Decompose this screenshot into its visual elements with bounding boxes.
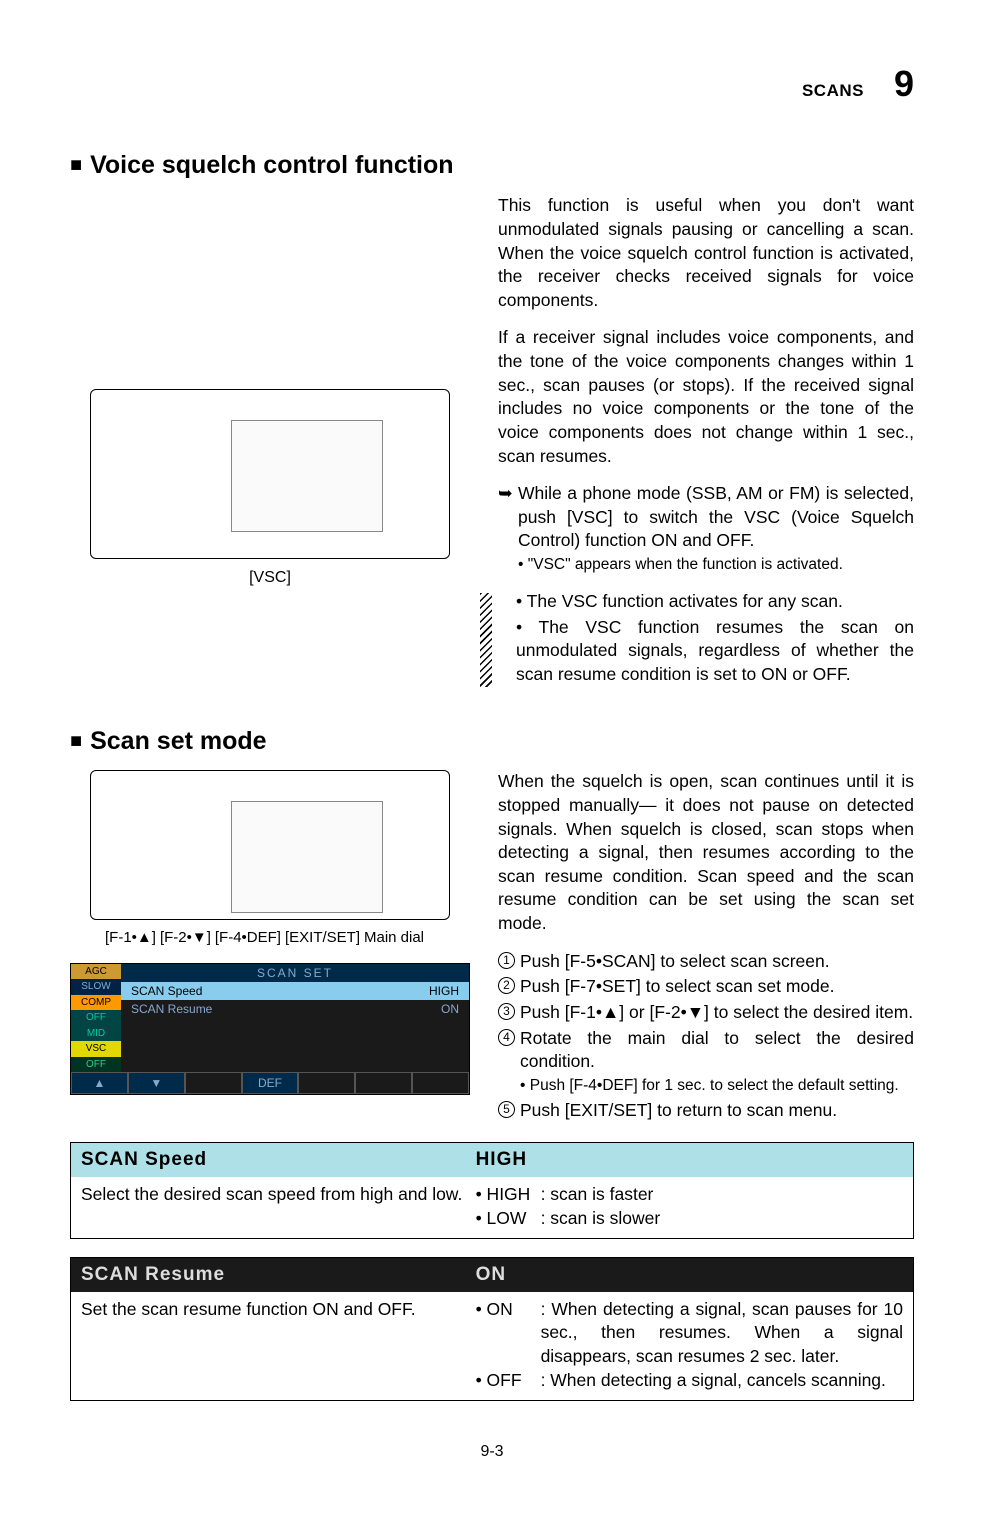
opt-off-val: : When detecting a signal, cancels scann… [541,1369,903,1393]
page-header: SCANS 9 [70,60,914,109]
lcd-row-resume-val: ON [441,1001,459,1017]
opt-high-tag: • HIGH [476,1183,541,1207]
fn-key-labels: [F-1•▲] [F-2•▼] [F-4•DEF] [EXIT/SET] Mai… [105,928,470,948]
opt-resume-title: SCAN Resume [81,1262,476,1288]
lcd-row-resume: SCAN Resume ON [121,1000,469,1018]
lcd-fn-empty: . [185,1072,242,1094]
scanset-content: [F-1•▲] [F-2•▼] [F-4•DEF] [EXIT/SET] Mai… [70,770,914,1124]
device-illustration-vsc [90,389,450,559]
step-num-icon: 2 [498,977,515,994]
option-header-speed: SCAN Speed HIGH [71,1143,913,1177]
step-num-icon: 5 [498,1101,515,1118]
lcd-screenshot: AGC SLOW COMP OFF MID VSC OFF SCAN SET S… [70,963,470,1096]
vsc-para-1: This function is useful when you don't w… [498,194,914,312]
lcd-agc: AGC [71,964,121,980]
opt-low-tag: • LOW [476,1207,541,1231]
vsc-instruction-sub: • "VSC" appears when the function is act… [518,555,914,576]
section-title-vsc: Voice squelch control function [90,149,453,183]
vsc-instruction: ➥ While a phone mode (SSB, AM or FM) is … [498,482,914,576]
label-main-dial: Main dial [364,928,424,948]
lcd-fn-empty: . [298,1072,355,1094]
lcd-row-speed-label: SCAN Speed [131,983,202,999]
option-scan-resume: SCAN Resume ON Set the scan resume funct… [70,1257,914,1401]
section-title-scanset: Scan set mode [90,725,266,759]
vsc-caption: [VSC] [70,567,470,589]
label-f1: [F-1•▲] [105,928,156,948]
lcd-vsc: VSC [71,1041,121,1057]
lcd-fn-down: ▼ [128,1072,185,1094]
opt-resume-desc: Set the scan resume function ON and OFF. [81,1298,466,1393]
vsc-instruction-text: While a phone mode (SSB, AM or FM) is se… [518,483,914,550]
step-4-sub: • Push [F-4•DEF] for 1 sec. to select th… [520,1076,914,1097]
option-scan-speed: SCAN Speed HIGH Select the desired scan … [70,1142,914,1239]
label-f2: [F-2•▼] [160,928,211,948]
step-3: Push [F-1•▲] or [F-2•▼] to select the de… [520,1002,913,1022]
vsc-note-2: • The VSC function resumes the scan on u… [498,616,914,687]
lcd-fn-def: DEF [242,1072,299,1094]
option-header-resume: SCAN Resume ON [71,1258,913,1292]
opt-on-val: : When detecting a signal, scan pauses f… [541,1298,903,1369]
page-number: 9-3 [70,1441,914,1463]
lcd-main: SCAN SET SCAN Speed HIGH SCAN Resume ON [121,964,469,1073]
arrow-icon: ➥ [498,482,513,506]
lcd-row-resume-label: SCAN Resume [131,1001,212,1017]
opt-high-val: : scan is faster [541,1183,903,1207]
step-4: Rotate the main dial to select the desir… [520,1028,914,1072]
lcd-comp-off: OFF [71,1010,121,1026]
opt-off-tag: • OFF [476,1369,541,1393]
chapter-number: 9 [894,60,914,109]
lcd-row-speed-val: HIGH [429,983,459,999]
step-num-icon: 1 [498,952,515,969]
scanset-para-1: When the squelch is open, scan continues… [498,770,914,935]
opt-speed-desc: Select the desired scan speed from high … [81,1183,466,1230]
section-heading-vsc: ■ Voice squelch control function [70,149,914,183]
lcd-fn-empty: . [355,1072,412,1094]
lcd-comp: COMP [71,995,121,1011]
device-illustration-scanset [90,770,450,920]
opt-speed-title: SCAN Speed [81,1147,476,1173]
vsc-para-2: If a receiver signal includes voice comp… [498,326,914,468]
step-num-icon: 4 [498,1029,515,1046]
lcd-fn-row: ▲ ▼ . DEF . . . [71,1072,469,1094]
lcd-fn-up: ▲ [71,1072,128,1094]
step-num-icon: 3 [498,1003,515,1020]
vsc-note-1: • The VSC function activates for any sca… [498,590,914,614]
opt-low-val: : scan is slower [541,1207,903,1231]
lcd-comp-mid: MID [71,1026,121,1042]
label-f4: [F-4•DEF] [215,928,281,948]
lcd-sidebar: AGC SLOW COMP OFF MID VSC OFF [71,964,121,1073]
lcd-title: SCAN SET [121,964,469,982]
vsc-content: [VSC] This function is useful when you d… [70,194,914,688]
square-bullet-icon: ■ [70,728,82,755]
opt-resume-value: ON [476,1262,903,1288]
lcd-agc-val: SLOW [71,979,121,995]
square-bullet-icon: ■ [70,152,82,179]
section-heading-scanset: ■ Scan set mode [70,725,914,759]
opt-speed-value: HIGH [476,1147,903,1173]
step-2: Push [F-7•SET] to select scan set mode. [520,976,834,996]
lcd-vsc-val: OFF [71,1057,121,1073]
header-label: SCANS [802,80,864,103]
lcd-fn-empty: . [412,1072,469,1094]
hatch-pattern-icon [480,593,492,687]
step-5: Push [EXIT/SET] to return to scan menu. [520,1100,837,1120]
lcd-row-speed: SCAN Speed HIGH [121,982,469,1000]
step-1: Push [F-5•SCAN] to select scan screen. [520,951,830,971]
opt-on-tag: • ON [476,1298,541,1369]
scanset-steps: 1Push [F-5•SCAN] to select scan screen. … [498,950,914,1123]
label-exit: [EXIT/SET] [285,928,360,948]
